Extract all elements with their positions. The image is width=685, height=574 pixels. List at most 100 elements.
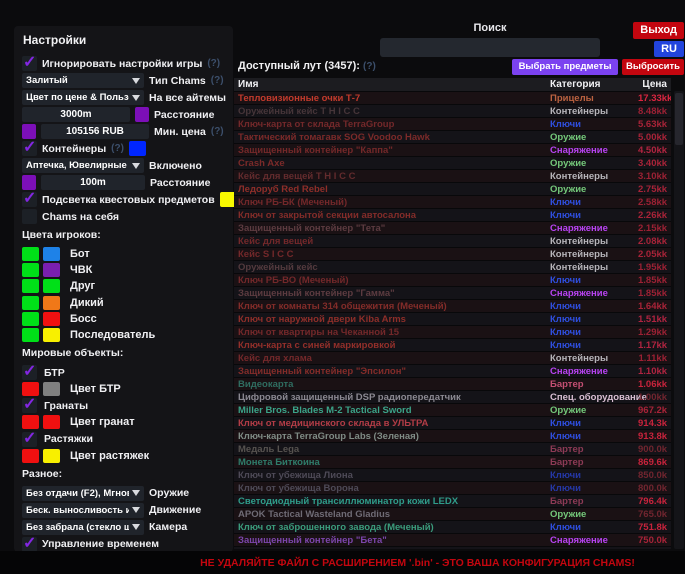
table-row[interactable]: Оружейный кейс Контейнеры 1.95kk	[234, 260, 671, 273]
table-row[interactable]: Цифровой защищенный DSP радиопередатчик …	[234, 390, 671, 403]
visible-color-swatch[interactable]	[22, 279, 39, 293]
scrollbar-thumb[interactable]	[675, 93, 683, 145]
tripwires-checkbox[interactable]	[22, 432, 37, 447]
visible-color-swatch[interactable]	[22, 312, 39, 326]
table-row[interactable]: Ключ от заброшенного завода (Меченый) Кл…	[234, 520, 671, 533]
column-header-name[interactable]: Имя	[234, 79, 550, 90]
table-row[interactable]: Медаль Lega Бартер 900.0k	[234, 442, 671, 455]
table-row[interactable]: Светодиодный трансиллюминатор кожи LEDX …	[234, 494, 671, 507]
select-kappa-items-button[interactable]: Выбрать предметы каппа	[512, 59, 618, 75]
help-icon[interactable]: (?)	[211, 75, 224, 86]
visible-color-swatch[interactable]	[22, 247, 39, 261]
table-row[interactable]: Видеокарта Бартер 1.06kk	[234, 377, 671, 390]
hidden-color-swatch[interactable]	[43, 328, 60, 342]
drop-all-button[interactable]: Выбросить все	[622, 59, 684, 75]
table-row[interactable]: Ключ от квартиры на Чеканной 15 Ключи 1.…	[234, 325, 671, 338]
item-category-cell: Ключи	[550, 522, 638, 533]
table-row[interactable]: Кейс для вещей T H I C C Контейнеры 3.10…	[234, 169, 671, 182]
hidden-color-swatch[interactable]	[43, 312, 60, 326]
visible-color-swatch[interactable]	[22, 263, 39, 277]
table-row[interactable]: Ключ от комнаты 314 общежития (Меченый) …	[234, 299, 671, 312]
exit-button[interactable]: Выход	[633, 22, 684, 39]
table-row[interactable]: Ключ-карта с синей маркировкой Ключи 1.1…	[234, 338, 671, 351]
column-header-price[interactable]: Цена	[638, 79, 671, 90]
hidden-color-swatch[interactable]	[43, 247, 60, 261]
containers-color-swatch[interactable]	[129, 141, 146, 156]
hidden-color-swatch[interactable]	[43, 279, 60, 293]
table-row[interactable]: Ледоруб Red Rebel Оружие 2.75kk	[234, 182, 671, 195]
ignore-game-settings-checkbox[interactable]	[22, 56, 37, 71]
table-row[interactable]: Монета Биткоина Бартер 869.6k	[234, 455, 671, 468]
movement-options-dropdown[interactable]: Беск. выносливость и нет уста:	[22, 503, 144, 518]
scrollbar[interactable]	[674, 91, 684, 549]
chams-type-dropdown[interactable]: Залитый	[22, 73, 144, 88]
grenades-checkbox[interactable]	[22, 398, 37, 413]
table-row[interactable]: Кейс для вещей Контейнеры 2.08kk	[234, 234, 671, 247]
table-row[interactable]: Ключ РБ-ВО (Меченый) Ключи 1.85kk	[234, 273, 671, 286]
table-row[interactable]: Crash Axe Оружие 3.40kk	[234, 156, 671, 169]
hidden-color-swatch[interactable]	[43, 449, 60, 463]
help-icon[interactable]: (?)	[207, 58, 220, 69]
hidden-color-swatch[interactable]	[43, 263, 60, 277]
containers-distance-input[interactable]: 100m	[41, 175, 145, 190]
footer-bar: НЕ УДАЛЯЙТЕ ФАЙЛ С РАСШИРЕНИЕМ '.bin' - …	[0, 551, 685, 574]
table-row[interactable]: Оружейный кейс T H I C C Контейнеры 8.48…	[234, 104, 671, 117]
btr-checkbox[interactable]	[22, 365, 37, 380]
table-row[interactable]: Ключ от медицинского склада в УЛЬТРА Клю…	[234, 416, 671, 429]
item-category-cell: Бартер	[550, 457, 638, 468]
table-row[interactable]: Тепловизионные очки Т-7 Прицелы 17.33kk	[234, 91, 671, 104]
quest-items-checkbox[interactable]	[22, 192, 37, 207]
help-icon[interactable]: (?)	[111, 143, 124, 154]
item-price-cell: 796.4k	[638, 496, 671, 507]
item-name-cell: APOK Tactical Wasteland Gladius	[234, 509, 550, 520]
table-row[interactable]: Ключ-карта TerraGroup Labs (Зеленая) Клю…	[234, 429, 671, 442]
table-row[interactable]: Тактический томагавк SOG Voodoo Hawk Ору…	[234, 130, 671, 143]
table-row[interactable]: Ключ от наружной двери Kiba Arms Ключи 1…	[234, 312, 671, 325]
table-row[interactable]: Ключ от убежища Лиона Ключи 850.0k	[234, 468, 671, 481]
table-row[interactable]: Защищенный контейнер "Бета" Снаряжение 7…	[234, 533, 671, 546]
camera-options-dropdown[interactable]: Без забрала (стекло шлема)	[22, 520, 144, 535]
table-row[interactable]: Miller Bros. Blades M-2 Tactical Sword О…	[234, 403, 671, 416]
settings-panel: Настройки Игнорировать настройки игры (?…	[14, 26, 233, 552]
table-row[interactable]: Ключ от убежища Ворона Ключи 800.0k	[234, 481, 671, 494]
visible-color-swatch[interactable]	[22, 328, 39, 342]
table-row[interactable]: Ключ от ... Ключи 750.0k	[234, 546, 671, 549]
item-name-cell: Защищенный контейнер "Тета"	[234, 223, 550, 234]
visible-color-swatch[interactable]	[22, 449, 39, 463]
column-header-category[interactable]: Категория	[550, 79, 638, 90]
quest-items-label: Подсветка квестовых предметов	[42, 194, 215, 206]
hidden-color-swatch[interactable]	[43, 296, 60, 310]
containers-checkbox[interactable]	[22, 141, 37, 156]
table-row[interactable]: Защищенный контейнер "Эпсилон" Снаряжени…	[234, 364, 671, 377]
table-row[interactable]: Защищенный контейнер "Тета" Снаряжение 2…	[234, 221, 671, 234]
config-warning-text: НЕ УДАЛЯЙТЕ ФАЙЛ С РАСШИРЕНИЕМ '.bin' - …	[0, 557, 685, 569]
help-icon[interactable]: (?)	[211, 126, 224, 137]
table-row[interactable]: Защищенный контейнер "Гамма" Снаряжение …	[234, 286, 671, 299]
containers-filter-label: Включено	[149, 160, 202, 172]
item-name-cell: Ключ от медицинского склада в УЛЬТРА	[234, 418, 550, 429]
hidden-color-swatch[interactable]	[43, 415, 60, 429]
all-items-mode-dropdown[interactable]: Цвет по цене & Пользователь	[22, 90, 144, 105]
time-control-checkbox[interactable]	[22, 537, 37, 552]
language-button[interactable]: RU	[654, 41, 684, 57]
table-row[interactable]: Кейс для хлама Контейнеры 1.11kk	[234, 351, 671, 364]
table-row[interactable]: Ключ-карта от склада TerraGroup Ключи 5.…	[234, 117, 671, 130]
table-row[interactable]: Ключ РБ-БК (Меченый) Ключи 2.58kk	[234, 195, 671, 208]
help-icon[interactable]: (?)	[363, 61, 376, 72]
item-category-cell: Контейнеры	[550, 171, 638, 182]
search-input[interactable]	[380, 38, 600, 57]
item-category-cell: Ключи	[550, 431, 638, 442]
chams-self-checkbox[interactable]	[22, 209, 37, 224]
table-row[interactable]: Кейс S I C C Контейнеры 2.05kk	[234, 247, 671, 260]
visible-color-swatch[interactable]	[22, 296, 39, 310]
min-price-input[interactable]: 105156 RUB	[41, 124, 149, 139]
item-category-cell: Оружие	[550, 405, 638, 416]
weapon-options-dropdown[interactable]: Без отдачи (F2), Мгновенное п	[22, 486, 144, 501]
distance-color-swatch[interactable]	[135, 107, 149, 122]
distance-input[interactable]: 3000m	[22, 107, 130, 122]
table-row[interactable]: APOK Tactical Wasteland Gladius Оружие 7…	[234, 507, 671, 520]
table-row[interactable]: Защищенный контейнер "Каппа" Снаряжение …	[234, 143, 671, 156]
containers-filter-dropdown[interactable]: Аптечка, Ювелирные и...	[22, 158, 144, 173]
hidden-color-swatch[interactable]	[43, 382, 60, 396]
table-row[interactable]: Ключ от закрытой секции автосалона Ключи…	[234, 208, 671, 221]
